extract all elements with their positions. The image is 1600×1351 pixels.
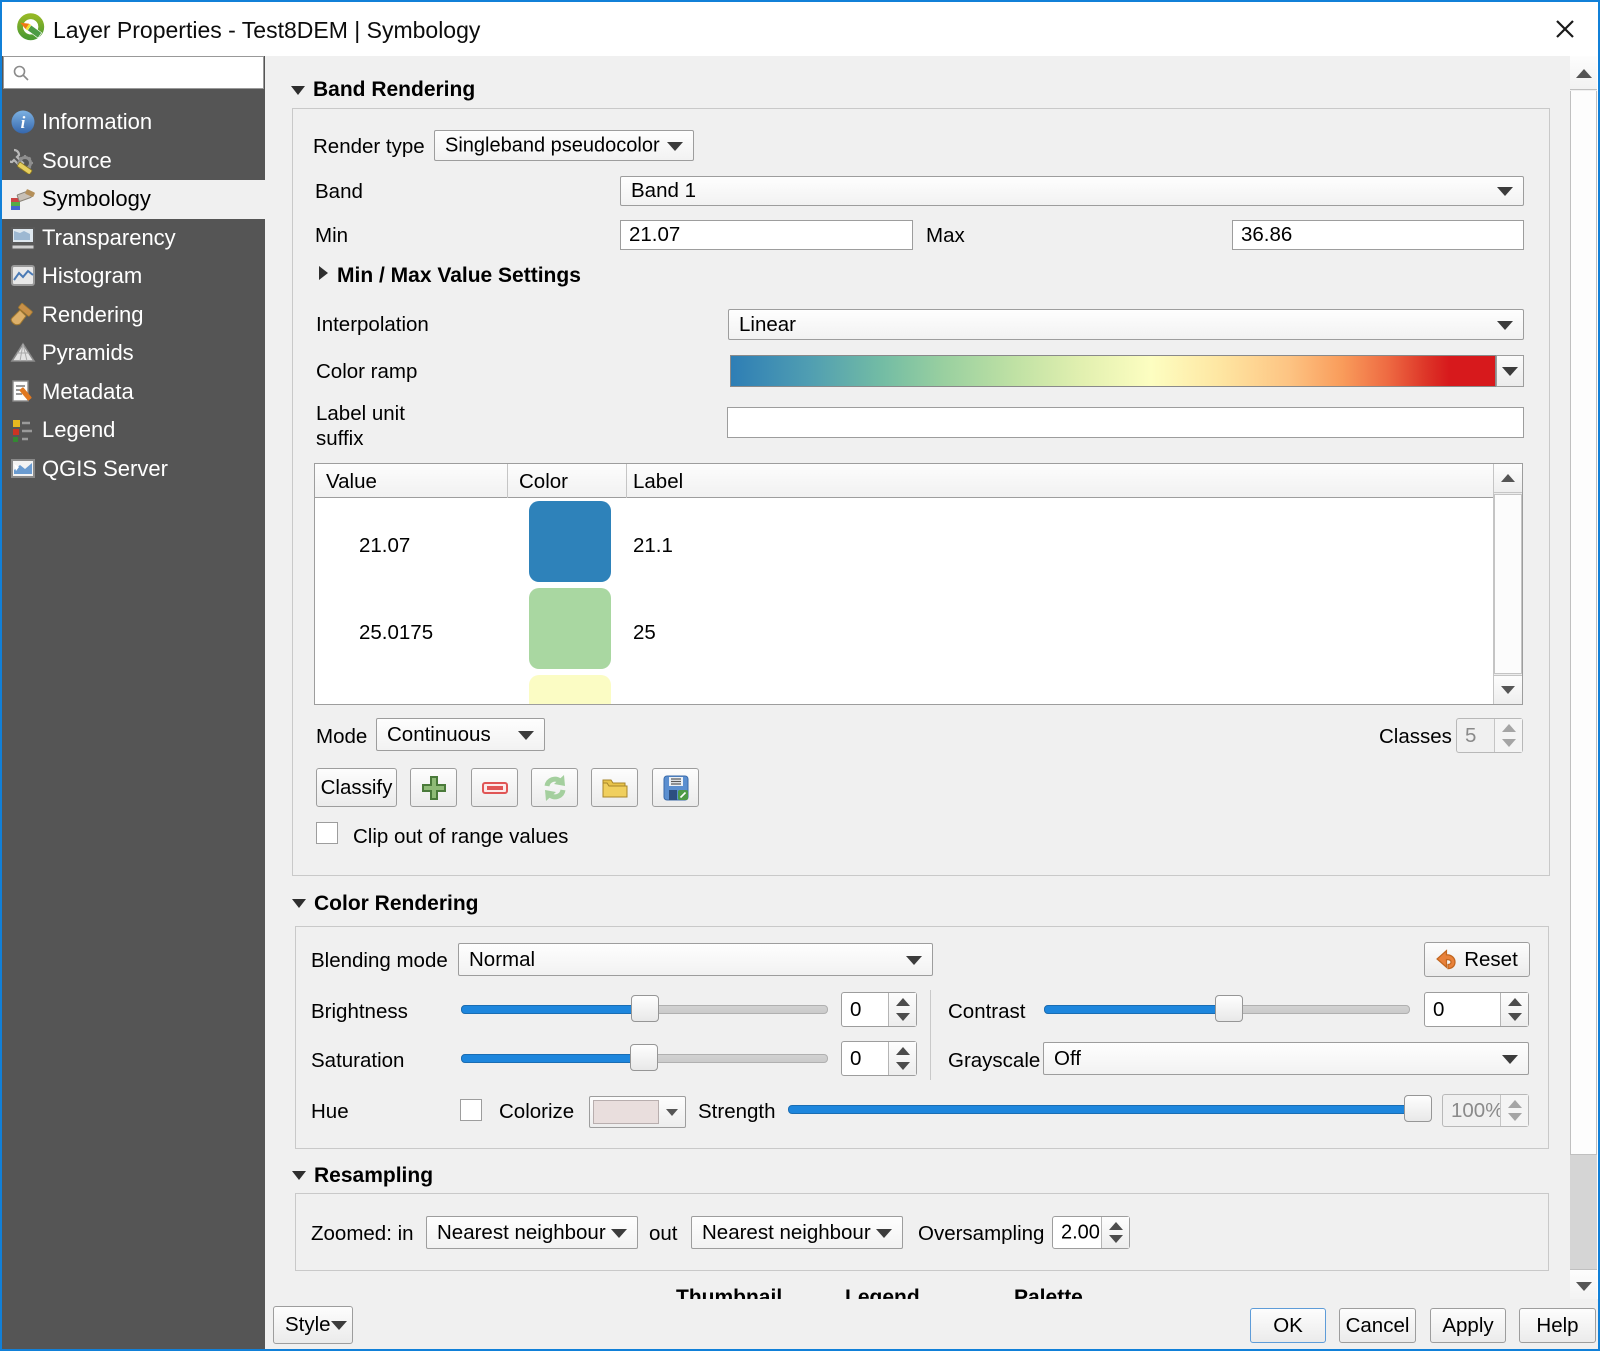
svg-text:i: i (21, 113, 26, 132)
